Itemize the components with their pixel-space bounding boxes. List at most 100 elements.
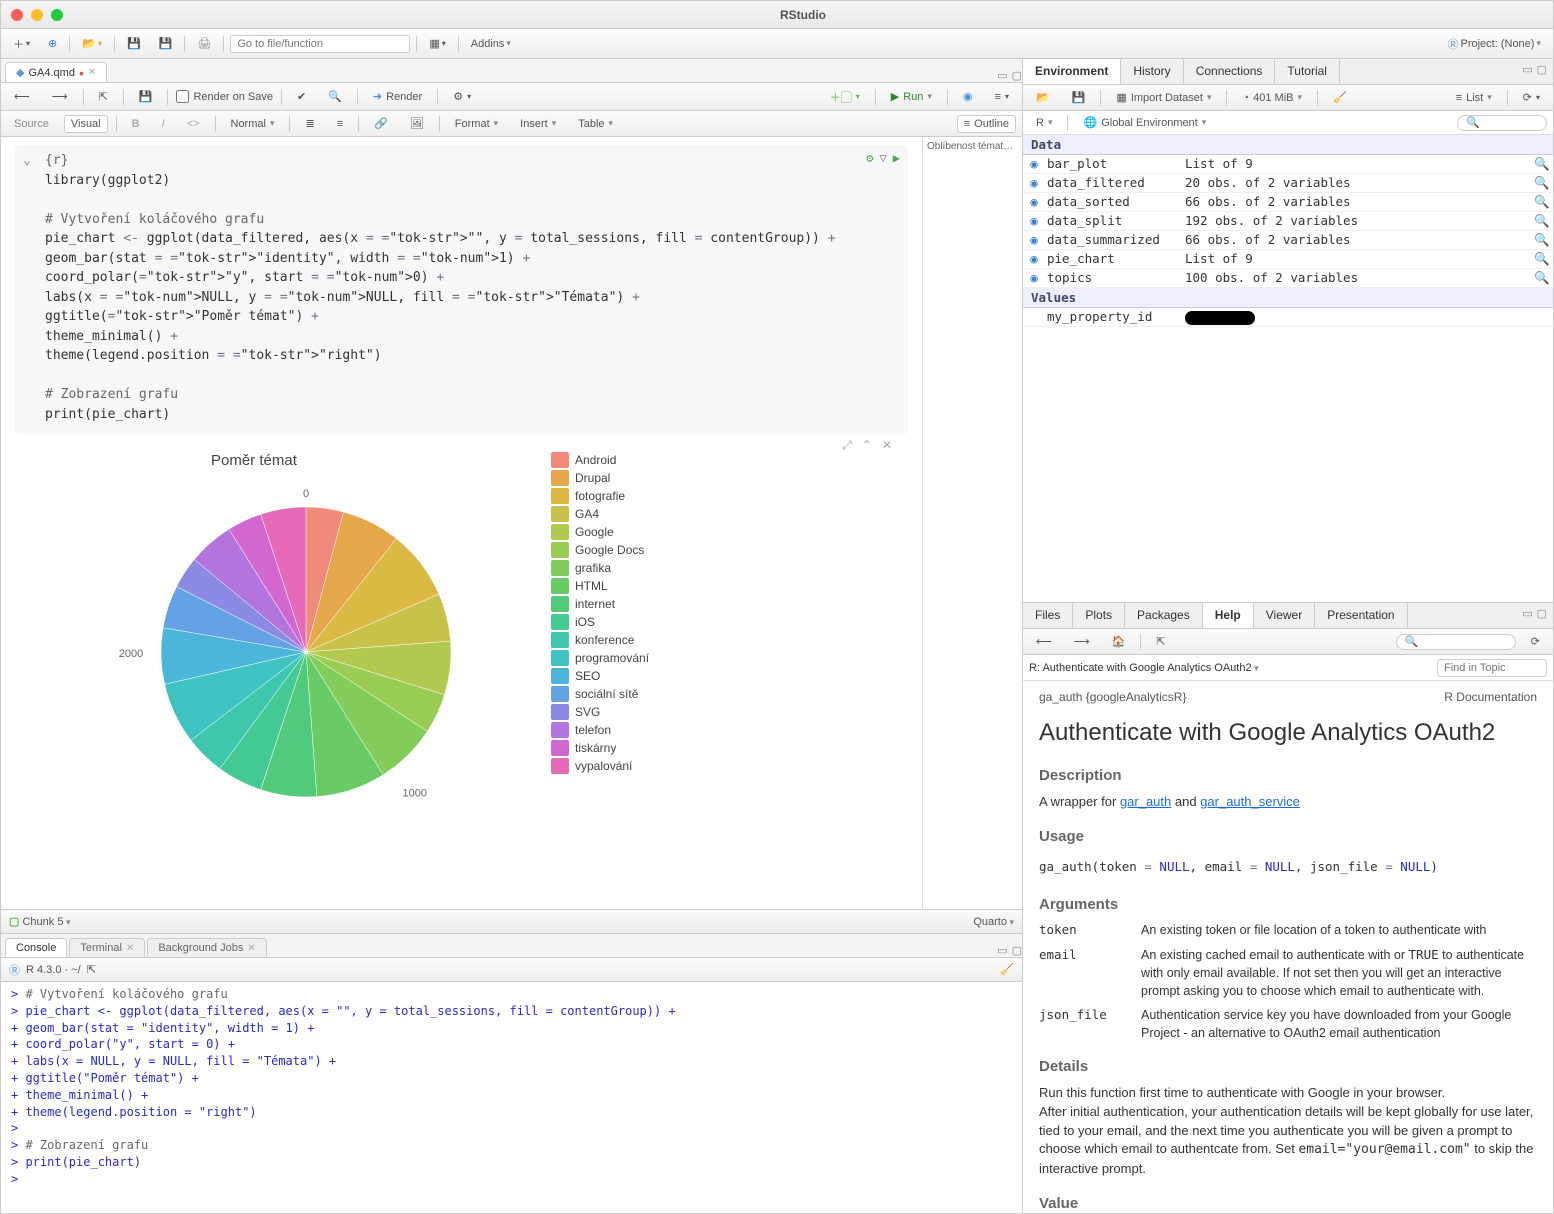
env-row[interactable]: ◉data_summarized66 obs. of 2 variables🔍 (1023, 231, 1553, 250)
save-all-button[interactable]: 💾 (153, 34, 179, 53)
tab-history[interactable]: History (1121, 59, 1183, 84)
help-home-button[interactable]: 🏠 (1105, 632, 1133, 651)
maximize-pane-icon[interactable]: ▢ (1012, 944, 1022, 957)
minimize-window-icon[interactable] (31, 9, 43, 21)
new-file-button[interactable]: ＋▾ (7, 33, 36, 55)
publish-button[interactable]: ◉ (956, 87, 980, 106)
help-search-input[interactable] (1396, 634, 1516, 650)
tab-packages[interactable]: Packages (1125, 603, 1203, 628)
import-dataset-menu[interactable]: ▦ Import Dataset (1109, 88, 1218, 107)
expand-icon[interactable]: ◉ (1023, 175, 1045, 191)
expand-icon[interactable]: ◉ (1023, 251, 1045, 267)
load-workspace-button[interactable]: 📂 (1029, 88, 1057, 107)
save-button[interactable]: 💾 (121, 34, 147, 53)
chart-popout-icon[interactable]: ⤢ (842, 438, 852, 453)
chart-close-icon[interactable]: ✕ (882, 438, 892, 453)
help-popout-button[interactable]: ⇱ (1149, 632, 1172, 651)
expand-icon[interactable]: ◉ (1023, 270, 1045, 286)
close-icon[interactable]: ✕ (126, 943, 134, 954)
zoom-window-icon[interactable] (51, 9, 63, 21)
env-row[interactable]: ◉data_sorted66 obs. of 2 variables🔍 (1023, 193, 1553, 212)
clear-workspace-button[interactable]: 🧹 (1326, 88, 1354, 107)
numbered-list-button[interactable]: ≡ (330, 115, 350, 133)
console-body[interactable]: > # Vytvoření koláčového grafu> pie_char… (1, 982, 1022, 1213)
view-icon[interactable]: 🔍 (1531, 251, 1553, 267)
maximize-pane-icon[interactable]: ▢ (1537, 63, 1547, 80)
bullet-list-button[interactable]: ≣ (298, 114, 321, 133)
view-icon[interactable]: 🔍 (1531, 175, 1553, 191)
help-topic-label[interactable]: R: Authenticate with Google Analytics OA… (1029, 662, 1429, 674)
maximize-pane-icon[interactable]: ▢ (1537, 607, 1547, 624)
tab-environment[interactable]: Environment (1023, 59, 1121, 84)
save-source-button[interactable]: 💾 (132, 87, 160, 106)
tab-console[interactable]: Console (5, 938, 67, 957)
back-button[interactable]: ⟵ (7, 87, 37, 106)
render-button[interactable]: ➜Render (366, 87, 429, 106)
env-row[interactable]: ◉pie_chartList of 9🔍 (1023, 250, 1553, 269)
wd-popup-icon[interactable]: ⇱ (87, 963, 96, 976)
tab-files[interactable]: Files (1023, 603, 1073, 628)
view-icon[interactable]: 🔍 (1531, 194, 1553, 210)
link-gar-auth[interactable]: gar_auth (1120, 794, 1171, 809)
code-button[interactable]: <> (180, 115, 207, 133)
expand-icon[interactable]: ◉ (1023, 194, 1045, 210)
view-icon[interactable]: 🔍 (1531, 213, 1553, 229)
tab-tutorial[interactable]: Tutorial (1275, 59, 1340, 84)
tools-grid-button[interactable]: ▦▾ (423, 34, 451, 53)
spellcheck-button[interactable]: ✔ (290, 87, 313, 106)
minimize-pane-icon[interactable]: ▭ (1522, 607, 1532, 624)
find-in-topic-input[interactable] (1437, 659, 1547, 677)
addins-menu[interactable]: Addins (465, 35, 517, 53)
view-icon[interactable]: 🔍 (1531, 270, 1553, 286)
env-row[interactable]: ◉data_split192 obs. of 2 variables🔍 (1023, 212, 1553, 231)
italic-button[interactable]: I (155, 115, 172, 133)
close-icon[interactable]: ✕ (247, 943, 255, 954)
image-button[interactable]: 🖼 (403, 114, 431, 133)
minimize-pane-icon[interactable]: ▭ (1522, 63, 1532, 80)
bold-button[interactable]: B (125, 115, 147, 133)
settings-gear-button[interactable]: ⚙▾ (446, 87, 478, 106)
tab-background-jobs[interactable]: Background Jobs ✕ (147, 938, 266, 957)
clear-console-icon[interactable]: 🧹 (1000, 963, 1014, 976)
outline-item[interactable]: Oblíbenost témat… (927, 141, 1018, 152)
refresh-env-button[interactable]: ⟳▾ (1516, 88, 1547, 107)
help-back-button[interactable]: ⟵ (1029, 632, 1059, 651)
minimize-pane-icon[interactable]: ▭ (997, 944, 1007, 957)
quarto-status[interactable]: Quarto (973, 916, 1014, 928)
minimize-pane-icon[interactable]: ▭ (997, 69, 1007, 82)
help-refresh-button[interactable]: ⟳ (1524, 632, 1547, 651)
env-search-input[interactable] (1457, 115, 1547, 131)
tab-connections[interactable]: Connections (1184, 59, 1276, 84)
outline-toggle-button[interactable]: ≡ Outline (957, 115, 1016, 133)
maximize-pane-icon[interactable]: ▢ (1012, 69, 1022, 82)
format-menu[interactable]: Format (448, 115, 505, 133)
close-tab-icon[interactable]: ✕ (88, 67, 96, 78)
insert-chunk-button[interactable]: ＋▢▾ (823, 86, 867, 108)
view-mode-menu[interactable]: ≡ List (1449, 89, 1499, 107)
run-above-icon[interactable]: ▽ (880, 149, 887, 167)
print-button[interactable]: 🖨 (191, 34, 217, 53)
table-menu[interactable]: Table (571, 115, 620, 133)
memory-usage[interactable]: ◔ 401 MiB (1235, 89, 1309, 107)
env-scope-menu[interactable]: 🌐 Global Environment (1076, 113, 1213, 132)
env-row[interactable]: ◉bar_plotList of 9🔍 (1023, 155, 1553, 174)
code-chunk[interactable]: ⌄ ⚙ ▽ ▶ {r} library(ggplot2) # Vytvoření… (15, 145, 908, 434)
link-gar-auth-service[interactable]: gar_auth_service (1200, 794, 1300, 809)
view-icon[interactable]: 🔍 (1531, 232, 1553, 248)
expand-icon[interactable]: ◉ (1023, 213, 1045, 229)
new-project-button[interactable]: ⊕ (42, 34, 63, 53)
show-in-new-window-button[interactable]: ⇱ (92, 87, 115, 106)
expand-icon[interactable]: ◉ (1023, 232, 1045, 248)
paragraph-style-menu[interactable]: Normal (224, 115, 282, 133)
source-mode-button[interactable]: Source (7, 115, 56, 133)
project-menu[interactable]: Ⓡ Project: (None) (1441, 33, 1547, 55)
run-button[interactable]: ▶ Run (884, 87, 939, 106)
source-tab[interactable]: ◆ GA4.qmd• ✕ (5, 62, 107, 82)
env-row[interactable]: ◉data_filtered20 obs. of 2 variables🔍 (1023, 174, 1553, 193)
render-on-save-checkbox[interactable]: Render on Save (176, 90, 273, 103)
visual-mode-button[interactable]: Visual (64, 115, 108, 133)
tab-terminal[interactable]: Terminal ✕ (69, 938, 145, 957)
expand-icon[interactable]: ◉ (1023, 156, 1045, 172)
env-row[interactable]: my_property_id (1023, 308, 1553, 327)
more-button[interactable]: ≡▾ (988, 88, 1016, 106)
